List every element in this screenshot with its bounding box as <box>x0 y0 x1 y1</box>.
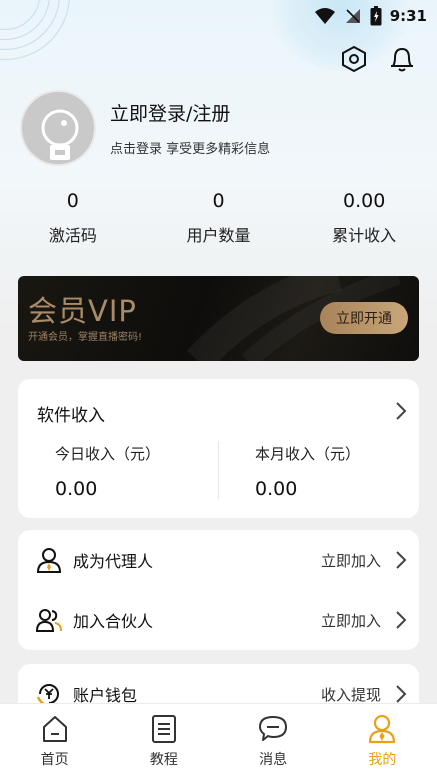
chevron-right-icon <box>396 685 407 703</box>
stat-user-count[interactable]: 0 用户数量 <box>146 190 292 246</box>
bottom-tab-bar: 首页 教程 消息 我的 <box>0 703 437 776</box>
list-item-action: 立即加入 <box>320 551 381 570</box>
vip-banner[interactable]: 会员VIP 开通会员，掌握直播密码! 立即开通 <box>18 276 419 361</box>
agent-partner-card: 成为代理人 立即加入 加入合伙人 立即加入 <box>18 530 419 650</box>
software-income-card[interactable]: 软件收入 今日收入（元） 0.00 本月收入（元） 0.00 <box>18 379 419 518</box>
list-item-label: 加入合伙人 <box>73 612 154 631</box>
income-month-label: 本月收入（元） <box>255 445 361 463</box>
avatar[interactable] <box>20 90 96 166</box>
chevron-right-icon <box>396 402 407 420</box>
tab-label: 首页 <box>40 752 69 768</box>
stat-label: 累计收入 <box>332 226 397 245</box>
stat-total-income[interactable]: 0.00 累计收入 <box>291 190 437 246</box>
wifi-icon <box>314 8 335 24</box>
message-icon <box>259 716 288 741</box>
tab-tutorial[interactable]: 教程 <box>109 704 218 776</box>
list-item-action: 立即加入 <box>320 611 381 630</box>
default-avatar-icon <box>41 109 79 160</box>
stat-label: 激活码 <box>48 226 97 245</box>
vip-subtitle: 开通会员，掌握直播密码! <box>28 332 143 343</box>
tab-home[interactable]: 首页 <box>0 704 109 776</box>
status-time: 9:31 <box>389 7 427 25</box>
hexagon-settings-icon[interactable] <box>339 44 369 74</box>
tab-messages[interactable]: 消息 <box>219 704 328 776</box>
divider <box>218 441 219 499</box>
profile-icon <box>369 714 396 744</box>
income-title: 软件收入 <box>37 406 105 426</box>
stats-row: 0 激活码 0 用户数量 0.00 累计收入 <box>0 190 437 246</box>
list-item-action: 收入提现 <box>320 685 381 704</box>
tab-mine[interactable]: 我的 <box>328 704 437 776</box>
tab-label: 我的 <box>368 752 397 768</box>
agent-person-icon <box>36 548 62 573</box>
chevron-right-icon <box>396 551 407 569</box>
chevron-right-icon <box>396 611 407 629</box>
income-today-value: 0.00 <box>55 478 98 500</box>
list-item-become-agent[interactable]: 成为代理人 立即加入 <box>18 530 419 590</box>
tab-label: 消息 <box>259 752 288 768</box>
stat-value: 0 <box>66 190 79 212</box>
vip-title: 会员VIP <box>28 294 137 328</box>
income-month-value: 0.00 <box>255 478 298 500</box>
signal-icon <box>345 9 360 23</box>
stat-value: 0 <box>212 190 225 212</box>
home-icon <box>42 716 67 742</box>
stat-activation-codes[interactable]: 0 激活码 <box>0 190 146 246</box>
battery-icon <box>370 6 382 26</box>
list-item-join-partner[interactable]: 加入合伙人 立即加入 <box>18 590 419 650</box>
login-subtitle: 点击登录 享受更多精彩信息 <box>110 142 271 157</box>
stat-label: 用户数量 <box>186 226 251 245</box>
stat-value: 0.00 <box>343 190 386 212</box>
income-month: 本月收入（元） 0.00 <box>255 443 360 500</box>
login-register-link[interactable]: 立即登录/注册 <box>110 99 270 126</box>
list-item-label: 成为代理人 <box>73 552 154 571</box>
income-today-label: 今日收入（元） <box>55 445 161 463</box>
partners-icon <box>36 609 62 632</box>
vip-open-button[interactable]: 立即开通 <box>320 302 408 334</box>
document-icon <box>151 715 176 743</box>
income-today: 今日收入（元） 0.00 <box>55 443 160 500</box>
tab-label: 教程 <box>149 752 178 768</box>
status-bar: 9:31 <box>0 0 437 32</box>
bell-icon[interactable] <box>387 44 417 74</box>
profile-header[interactable]: 立即登录/注册 点击登录 享受更多精彩信息 <box>20 90 270 166</box>
